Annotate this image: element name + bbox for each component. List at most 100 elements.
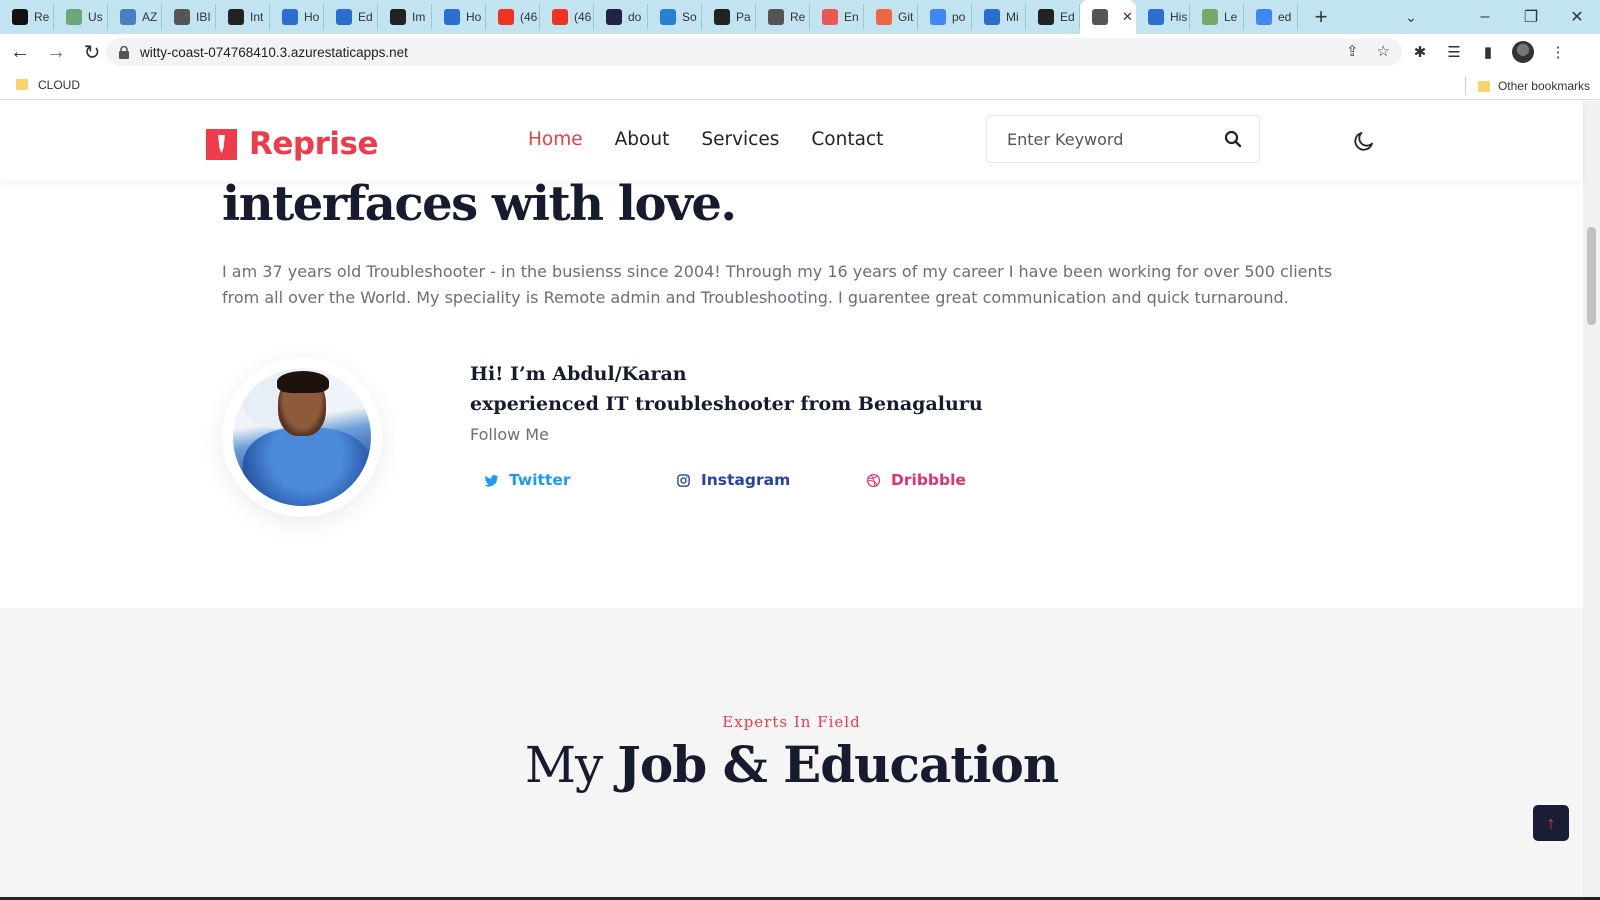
tab-label: Git: [898, 10, 914, 24]
browser-tab[interactable]: (46: [486, 4, 540, 30]
search-input[interactable]: Enter Keyword: [986, 115, 1260, 163]
nav-home[interactable]: Home: [528, 129, 583, 150]
azure-icon: [282, 9, 298, 25]
share-icon[interactable]: ⇪: [1346, 42, 1359, 60]
search-icon[interactable]: [1223, 129, 1243, 149]
browser-tab[interactable]: Git: [864, 4, 918, 30]
close-window-icon[interactable]: ✕: [1554, 7, 1600, 27]
profile-photo: [233, 368, 371, 506]
folder-icon: [16, 79, 28, 90]
restore-icon[interactable]: ❐: [1508, 7, 1554, 27]
job-education-section: Experts In Field My Job & Education: [0, 608, 1583, 898]
section-title-prefix: My: [524, 736, 603, 794]
browser-tab[interactable]: ed: [1244, 4, 1298, 30]
brand-name: Reprise: [249, 126, 378, 162]
twitter-icon: [484, 474, 499, 486]
youtube-icon: [498, 9, 514, 25]
tab-label: IBI: [196, 10, 211, 24]
browser-toolbar: ← → ↻ witty-coast-074768410.3.azurestati…: [0, 34, 1600, 70]
lock-icon: [118, 45, 130, 59]
menu-icon[interactable]: ⋮: [1548, 43, 1568, 61]
openai-icon: [66, 9, 82, 25]
nav-contact[interactable]: Contact: [811, 129, 883, 150]
tab-label: Re: [34, 10, 50, 24]
browser-tab[interactable]: Ed: [324, 4, 378, 30]
browser-tab[interactable]: Ho: [432, 4, 486, 30]
profile-avatar[interactable]: [1512, 41, 1534, 63]
github-icon: [1038, 9, 1054, 25]
rainbow-icon: [822, 9, 838, 25]
tab-label: Im: [412, 10, 426, 24]
page-viewport: Reprise Home About Services Contact Ente…: [0, 101, 1600, 898]
browser-tab[interactable]: Pa: [702, 4, 756, 30]
follow-me-label: Follow Me: [470, 425, 549, 444]
new-tab-button[interactable]: +: [1306, 2, 1336, 32]
tab-label: Ho: [304, 10, 320, 24]
browser-tab[interactable]: En: [810, 4, 864, 30]
scrollbar-thumb[interactable]: [1587, 227, 1596, 325]
browser-tab[interactable]: Int: [216, 4, 270, 30]
tab-label: Ed: [358, 10, 373, 24]
tab-label: Le: [1224, 10, 1238, 24]
hero-title: interfaces with love.: [222, 176, 737, 232]
twitter-link[interactable]: Twitter: [484, 471, 570, 489]
dark-mode-moon-icon[interactable]: [1352, 129, 1376, 153]
back-icon[interactable]: ←: [4, 36, 36, 68]
tab-label: (46: [574, 10, 592, 24]
browser-tab[interactable]: IBI: [162, 4, 216, 30]
browser-tab[interactable]: Ed: [1026, 4, 1080, 30]
browser-tab[interactable]: Ho: [270, 4, 324, 30]
tab-label: Ed: [1060, 10, 1075, 24]
tab-label: Us: [88, 10, 103, 24]
browser-tab[interactable]: (46: [540, 4, 594, 30]
browser-tab[interactable]: po: [918, 4, 972, 30]
globe-icon: [1092, 9, 1108, 25]
dribbble-icon: [866, 473, 881, 487]
browser-tab[interactable]: So: [648, 4, 702, 30]
ibm-icon: [174, 9, 190, 25]
browser-tab[interactable]: Re: [756, 4, 810, 30]
divider: [1464, 77, 1466, 95]
other-bookmarks-label: Other bookmarks: [1497, 79, 1590, 93]
vscode-icon: [660, 9, 676, 25]
forward-icon[interactable]: →: [40, 36, 72, 68]
tab-label: po: [952, 10, 966, 24]
browser-tab[interactable]: Re: [0, 4, 54, 30]
bookmark-folder-cloud[interactable]: CLOUD: [38, 78, 80, 92]
browser-tab[interactable]: His: [1136, 4, 1190, 30]
nav-about[interactable]: About: [615, 129, 670, 150]
section-title: My Job & Education: [0, 735, 1583, 794]
reload-icon[interactable]: ↻: [76, 36, 108, 68]
bookmark-star-icon[interactable]: ☆: [1377, 42, 1390, 60]
browser-tab[interactable]: Le: [1190, 4, 1244, 30]
azure-icon: [444, 9, 460, 25]
history-icon: [1148, 9, 1164, 25]
extensions-icon[interactable]: ✱: [1410, 43, 1430, 61]
address-bar[interactable]: witty-coast-074768410.3.azurestaticapps.…: [106, 38, 1402, 66]
terminal-icon: [12, 9, 28, 25]
close-tab-icon[interactable]: ✕: [1122, 9, 1133, 25]
other-bookmarks[interactable]: Other bookmarks: [1464, 77, 1590, 95]
browser-tab[interactable]: Im: [378, 4, 432, 30]
reading-list-icon[interactable]: ☰: [1444, 43, 1464, 61]
github-icon: [714, 9, 730, 25]
page-scrollbar[interactable]: [1583, 101, 1600, 898]
browser-tab[interactable]: AZ: [108, 4, 162, 30]
dribbble-link[interactable]: Dribbble: [866, 471, 966, 489]
side-panel-icon[interactable]: ▮: [1478, 43, 1498, 61]
azure-icon: [336, 9, 352, 25]
search-placeholder: Enter Keyword: [1007, 129, 1124, 149]
azure-icon: [120, 9, 136, 25]
github-icon: [390, 9, 406, 25]
browser-tab[interactable]: Us: [54, 4, 108, 30]
tab-active[interactable]: ✕: [1080, 0, 1136, 34]
site-logo[interactable]: Reprise: [206, 126, 378, 162]
nav-services[interactable]: Services: [701, 129, 779, 150]
browser-tab[interactable]: Mi: [972, 4, 1026, 30]
tab-search-icon[interactable]: ⌄: [1398, 0, 1424, 34]
browser-tab[interactable]: do: [594, 4, 648, 30]
instagram-link[interactable]: Instagram: [676, 471, 790, 489]
twitter-label: Twitter: [509, 471, 571, 489]
minimize-icon[interactable]: –: [1462, 8, 1508, 26]
back-to-top-button[interactable]: ↑: [1533, 805, 1569, 841]
